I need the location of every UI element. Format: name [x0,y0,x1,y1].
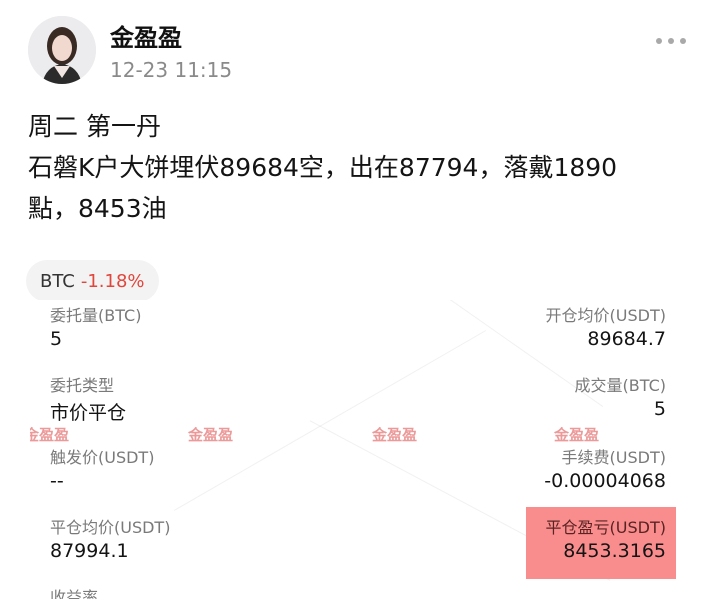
post-timestamp: 12-23 11:15 [110,58,233,82]
trigger-value: -- [50,470,64,492]
filled-label: 成交量(BTC) [574,376,666,395]
qty-label: 委托量(BTC) [50,306,142,325]
watermark-text: 金盈盈 [372,426,418,444]
more-options-icon[interactable] [656,38,686,44]
post-line-2: 石磐K户大饼埋伏89684空，出在87794，落戴1890 [28,153,618,182]
qty-value: 5 [50,328,63,350]
username[interactable]: 金盈盈 [110,18,182,53]
type-label: 委托类型 [50,376,115,395]
fee-value: -0.00004068 [544,470,666,492]
close-avg-label: 平仓均价(USDT) [50,518,171,537]
ticker-change: -1.18% [80,270,145,292]
next-label: 收益率 [50,588,99,599]
post-body: 周二 第一丹 石磐K户大饼埋伏89684空，出在87794，落戴1890 點，8… [28,106,688,229]
ticker-chip[interactable]: BTC -1.18% [26,260,159,302]
post-line-3: 點，8453油 [28,194,167,223]
filled-value: 5 [653,398,666,420]
order-detail-image[interactable]: 委托量(BTC) 开仓均价(USDT) 5 89684.7 委托类型 成交量(B… [30,300,690,599]
fee-label: 手续费(USDT) [561,448,666,467]
watermark-text: 金盈盈 [188,426,234,444]
post-line-1: 周二 第一丹 [28,112,161,141]
open-avg-label: 开仓均价(USDT) [545,306,666,325]
watermark-text: 金盈盈 [30,426,70,444]
avatar[interactable] [28,16,96,84]
open-avg-value: 89684.7 [587,328,666,350]
type-value: 市价平仓 [50,402,127,424]
close-avg-value: 87994.1 [50,540,129,562]
pnl-value: 8453.3165 [563,540,666,562]
pnl-label: 平仓盈亏(USDT) [545,518,666,537]
avatar-portrait-icon [28,16,96,84]
ticker-symbol: BTC [40,270,75,292]
watermark-text: 金盈盈 [554,426,600,444]
trigger-label: 触发价(USDT) [50,448,155,467]
